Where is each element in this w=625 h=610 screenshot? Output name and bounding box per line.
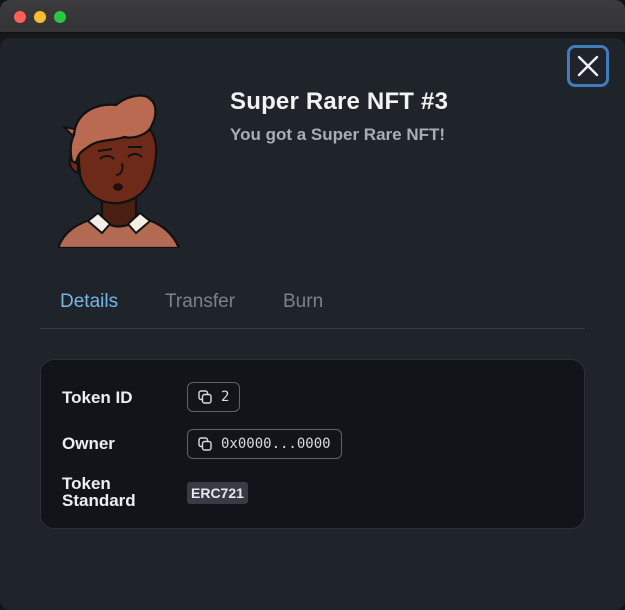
- window-titlebar: [0, 0, 625, 33]
- app-window: Super Rare NFT #3 You got a Super Rare N…: [0, 0, 625, 610]
- copy-icon: [198, 390, 212, 404]
- nft-subtitle: You got a Super Rare NFT!: [230, 125, 446, 144]
- tab-burn[interactable]: Burn: [283, 291, 323, 313]
- token-id-copy-button[interactable]: 2: [187, 382, 241, 412]
- tab-details[interactable]: Details: [60, 291, 118, 313]
- tab-transfer[interactable]: Transfer: [165, 291, 235, 313]
- window-maximize-dot[interactable]: [54, 11, 66, 23]
- avatar-illustration: [58, 94, 180, 248]
- copy-icon: [198, 437, 212, 451]
- close-button[interactable]: [567, 45, 609, 87]
- close-icon: [577, 55, 599, 77]
- token-standard-badge: ERC721: [187, 482, 248, 504]
- token-standard-label-line2: Standard: [62, 491, 136, 510]
- token-standard-label-line1: Token: [62, 474, 111, 493]
- tab-bar: Details Transfer Burn: [40, 290, 585, 329]
- owner-label: Owner: [62, 434, 115, 453]
- token-id-label: Token ID: [62, 388, 133, 407]
- token-id-value: 2: [221, 389, 230, 405]
- owner-copy-button[interactable]: 0x0000...0000: [187, 429, 342, 459]
- window-close-dot[interactable]: [14, 11, 26, 23]
- details-card: Token ID 2 Owner 0x0000...0000 Token Sta…: [40, 359, 585, 529]
- owner-value: 0x0000...0000: [221, 436, 331, 452]
- nft-title: Super Rare NFT #3: [230, 88, 449, 115]
- window-minimize-dot[interactable]: [34, 11, 46, 23]
